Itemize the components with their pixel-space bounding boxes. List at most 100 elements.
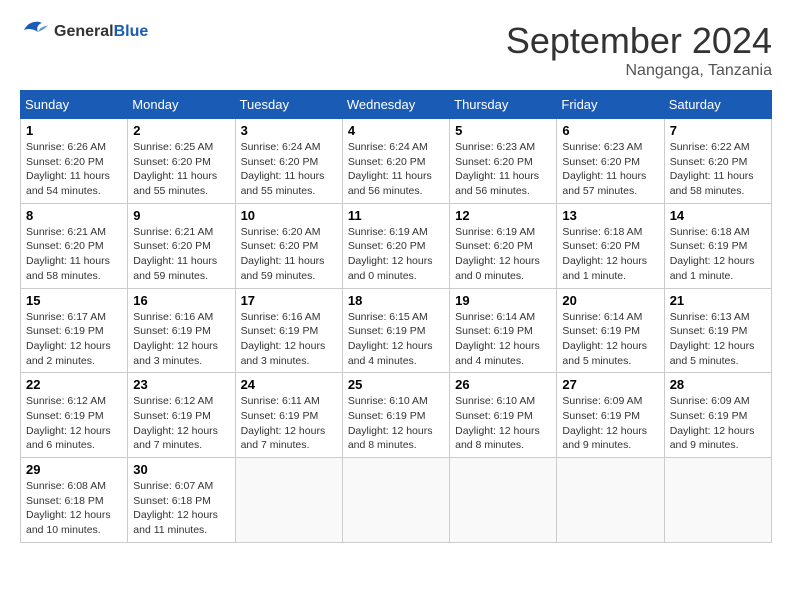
day-info: Sunrise: 6:24 AM Sunset: 6:20 PM Dayligh… <box>348 140 444 199</box>
calendar-day-cell: 1Sunrise: 6:26 AM Sunset: 6:20 PM Daylig… <box>21 119 128 204</box>
day-info: Sunrise: 6:23 AM Sunset: 6:20 PM Dayligh… <box>562 140 658 199</box>
calendar-day-cell: 25 Sunrise: 6:10 AM Sunset: 6:19 PM Dayli… <box>342 373 449 458</box>
calendar: SundayMondayTuesdayWednesdayThursdayFrid… <box>20 90 772 543</box>
day-number: 24 <box>241 377 337 392</box>
calendar-day-cell: 16Sunrise: 6:16 AM Sunset: 6:19 PM Dayli… <box>128 288 235 373</box>
location-title: Nanganga, Tanzania <box>506 62 772 80</box>
day-info: Sunrise: 6:26 AM Sunset: 6:20 PM Dayligh… <box>26 140 122 199</box>
day-info: Sunrise: 6:12 AM Sunset: 6:19 PM Dayligh… <box>26 394 122 453</box>
logo-icon <box>20 20 50 44</box>
calendar-day-cell: 29 Sunrise: 6:08 AM Sunset: 6:18 PM Dayli… <box>21 458 128 543</box>
calendar-day-cell: 5Sunrise: 6:23 AM Sunset: 6:20 PM Daylig… <box>450 119 557 204</box>
day-info: Sunrise: 6:17 AM Sunset: 6:19 PM Dayligh… <box>26 310 122 369</box>
day-info: Sunrise: 6:19 AM Sunset: 6:20 PM Dayligh… <box>455 225 551 284</box>
weekday-header-monday: Monday <box>128 91 235 119</box>
day-number: 28 <box>670 377 766 392</box>
day-number: 12 <box>455 208 551 223</box>
calendar-day-cell: 3 Sunrise: 6:24 AM Sunset: 6:20 PM Daylig… <box>235 119 342 204</box>
day-number: 5 <box>455 123 551 138</box>
day-number: 11 <box>348 208 444 223</box>
calendar-day-cell: 24 Sunrise: 6:11 AM Sunset: 6:19 PM Dayli… <box>235 373 342 458</box>
calendar-day-cell <box>342 458 449 543</box>
day-number: 21 <box>670 293 766 308</box>
calendar-day-cell: 30 Sunrise: 6:07 AM Sunset: 6:18 PM Dayli… <box>128 458 235 543</box>
day-number: 17 <box>241 293 337 308</box>
day-number: 4 <box>348 123 444 138</box>
calendar-day-cell: 14 Sunrise: 6:18 AM Sunset: 6:19 PM Dayli… <box>664 203 771 288</box>
day-info: Sunrise: 6:24 AM Sunset: 6:20 PM Dayligh… <box>241 140 337 199</box>
day-info: Sunrise: 6:08 AM Sunset: 6:18 PM Dayligh… <box>26 479 122 538</box>
calendar-day-cell <box>664 458 771 543</box>
weekday-header-friday: Friday <box>557 91 664 119</box>
day-number: 13 <box>562 208 658 223</box>
calendar-day-cell <box>557 458 664 543</box>
day-number: 22 <box>26 377 122 392</box>
day-info: Sunrise: 6:19 AM Sunset: 6:20 PM Dayligh… <box>348 225 444 284</box>
day-info: Sunrise: 6:07 AM Sunset: 6:18 PM Dayligh… <box>133 479 229 538</box>
calendar-header-row: SundayMondayTuesdayWednesdayThursdayFrid… <box>21 91 772 119</box>
calendar-day-cell: 9 Sunrise: 6:21 AM Sunset: 6:20 PM Daylig… <box>128 203 235 288</box>
day-info: Sunrise: 6:13 AM Sunset: 6:19 PM Dayligh… <box>670 310 766 369</box>
day-info: Sunrise: 6:18 AM Sunset: 6:19 PM Dayligh… <box>670 225 766 284</box>
day-info: Sunrise: 6:18 AM Sunset: 6:20 PM Dayligh… <box>562 225 658 284</box>
day-number: 26 <box>455 377 551 392</box>
month-title: September 2024 <box>506 20 772 62</box>
calendar-day-cell: 23Sunrise: 6:12 AM Sunset: 6:19 PM Dayli… <box>128 373 235 458</box>
calendar-day-cell: 19Sunrise: 6:14 AM Sunset: 6:19 PM Dayli… <box>450 288 557 373</box>
weekday-header-wednesday: Wednesday <box>342 91 449 119</box>
day-info: Sunrise: 6:14 AM Sunset: 6:19 PM Dayligh… <box>455 310 551 369</box>
calendar-day-cell: 26 Sunrise: 6:10 AM Sunset: 6:19 PM Dayli… <box>450 373 557 458</box>
calendar-day-cell: 22 Sunrise: 6:12 AM Sunset: 6:19 PM Dayli… <box>21 373 128 458</box>
day-number: 27 <box>562 377 658 392</box>
day-number: 7 <box>670 123 766 138</box>
day-number: 10 <box>241 208 337 223</box>
calendar-week-row: 29 Sunrise: 6:08 AM Sunset: 6:18 PM Dayli… <box>21 458 772 543</box>
day-number: 23 <box>133 377 229 392</box>
day-number: 8 <box>26 208 122 223</box>
calendar-day-cell: 7 Sunrise: 6:22 AM Sunset: 6:20 PM Daylig… <box>664 119 771 204</box>
day-number: 16 <box>133 293 229 308</box>
calendar-day-cell: 11 Sunrise: 6:19 AM Sunset: 6:20 PM Dayli… <box>342 203 449 288</box>
day-number: 9 <box>133 208 229 223</box>
weekday-header-saturday: Saturday <box>664 91 771 119</box>
day-number: 20 <box>562 293 658 308</box>
calendar-day-cell: 28 Sunrise: 6:09 AM Sunset: 6:19 PM Dayli… <box>664 373 771 458</box>
calendar-day-cell <box>450 458 557 543</box>
day-info: Sunrise: 6:21 AM Sunset: 6:20 PM Dayligh… <box>26 225 122 284</box>
weekday-header-tuesday: Tuesday <box>235 91 342 119</box>
day-number: 29 <box>26 462 122 477</box>
day-info: Sunrise: 6:15 AM Sunset: 6:19 PM Dayligh… <box>348 310 444 369</box>
calendar-day-cell: 13 Sunrise: 6:18 AM Sunset: 6:20 PM Dayli… <box>557 203 664 288</box>
calendar-week-row: 1Sunrise: 6:26 AM Sunset: 6:20 PM Daylig… <box>21 119 772 204</box>
day-number: 30 <box>133 462 229 477</box>
day-info: Sunrise: 6:16 AM Sunset: 6:19 PM Dayligh… <box>241 310 337 369</box>
day-info: Sunrise: 6:10 AM Sunset: 6:19 PM Dayligh… <box>455 394 551 453</box>
weekday-header-thursday: Thursday <box>450 91 557 119</box>
day-info: Sunrise: 6:10 AM Sunset: 6:19 PM Dayligh… <box>348 394 444 453</box>
calendar-week-row: 15 Sunrise: 6:17 AM Sunset: 6:19 PM Dayli… <box>21 288 772 373</box>
day-info: Sunrise: 6:22 AM Sunset: 6:20 PM Dayligh… <box>670 140 766 199</box>
calendar-day-cell: 10 Sunrise: 6:20 AM Sunset: 6:20 PM Dayli… <box>235 203 342 288</box>
logo-text: GeneralBlue <box>54 23 148 41</box>
day-number: 15 <box>26 293 122 308</box>
day-info: Sunrise: 6:09 AM Sunset: 6:19 PM Dayligh… <box>670 394 766 453</box>
day-info: Sunrise: 6:21 AM Sunset: 6:20 PM Dayligh… <box>133 225 229 284</box>
calendar-week-row: 22 Sunrise: 6:12 AM Sunset: 6:19 PM Dayli… <box>21 373 772 458</box>
day-number: 3 <box>241 123 337 138</box>
calendar-day-cell: 4 Sunrise: 6:24 AM Sunset: 6:20 PM Daylig… <box>342 119 449 204</box>
calendar-day-cell: 21 Sunrise: 6:13 AM Sunset: 6:19 PM Dayli… <box>664 288 771 373</box>
day-number: 14 <box>670 208 766 223</box>
day-info: Sunrise: 6:20 AM Sunset: 6:20 PM Dayligh… <box>241 225 337 284</box>
day-info: Sunrise: 6:14 AM Sunset: 6:19 PM Dayligh… <box>562 310 658 369</box>
day-info: Sunrise: 6:25 AM Sunset: 6:20 PM Dayligh… <box>133 140 229 199</box>
header: GeneralBlue September 2024 Nanganga, Tan… <box>20 20 772 80</box>
logo: GeneralBlue <box>20 20 148 44</box>
calendar-day-cell: 6 Sunrise: 6:23 AM Sunset: 6:20 PM Daylig… <box>557 119 664 204</box>
day-info: Sunrise: 6:11 AM Sunset: 6:19 PM Dayligh… <box>241 394 337 453</box>
weekday-header-sunday: Sunday <box>21 91 128 119</box>
day-number: 25 <box>348 377 444 392</box>
calendar-day-cell: 8 Sunrise: 6:21 AM Sunset: 6:20 PM Daylig… <box>21 203 128 288</box>
calendar-day-cell: 12 Sunrise: 6:19 AM Sunset: 6:20 PM Dayli… <box>450 203 557 288</box>
day-number: 18 <box>348 293 444 308</box>
day-number: 6 <box>562 123 658 138</box>
